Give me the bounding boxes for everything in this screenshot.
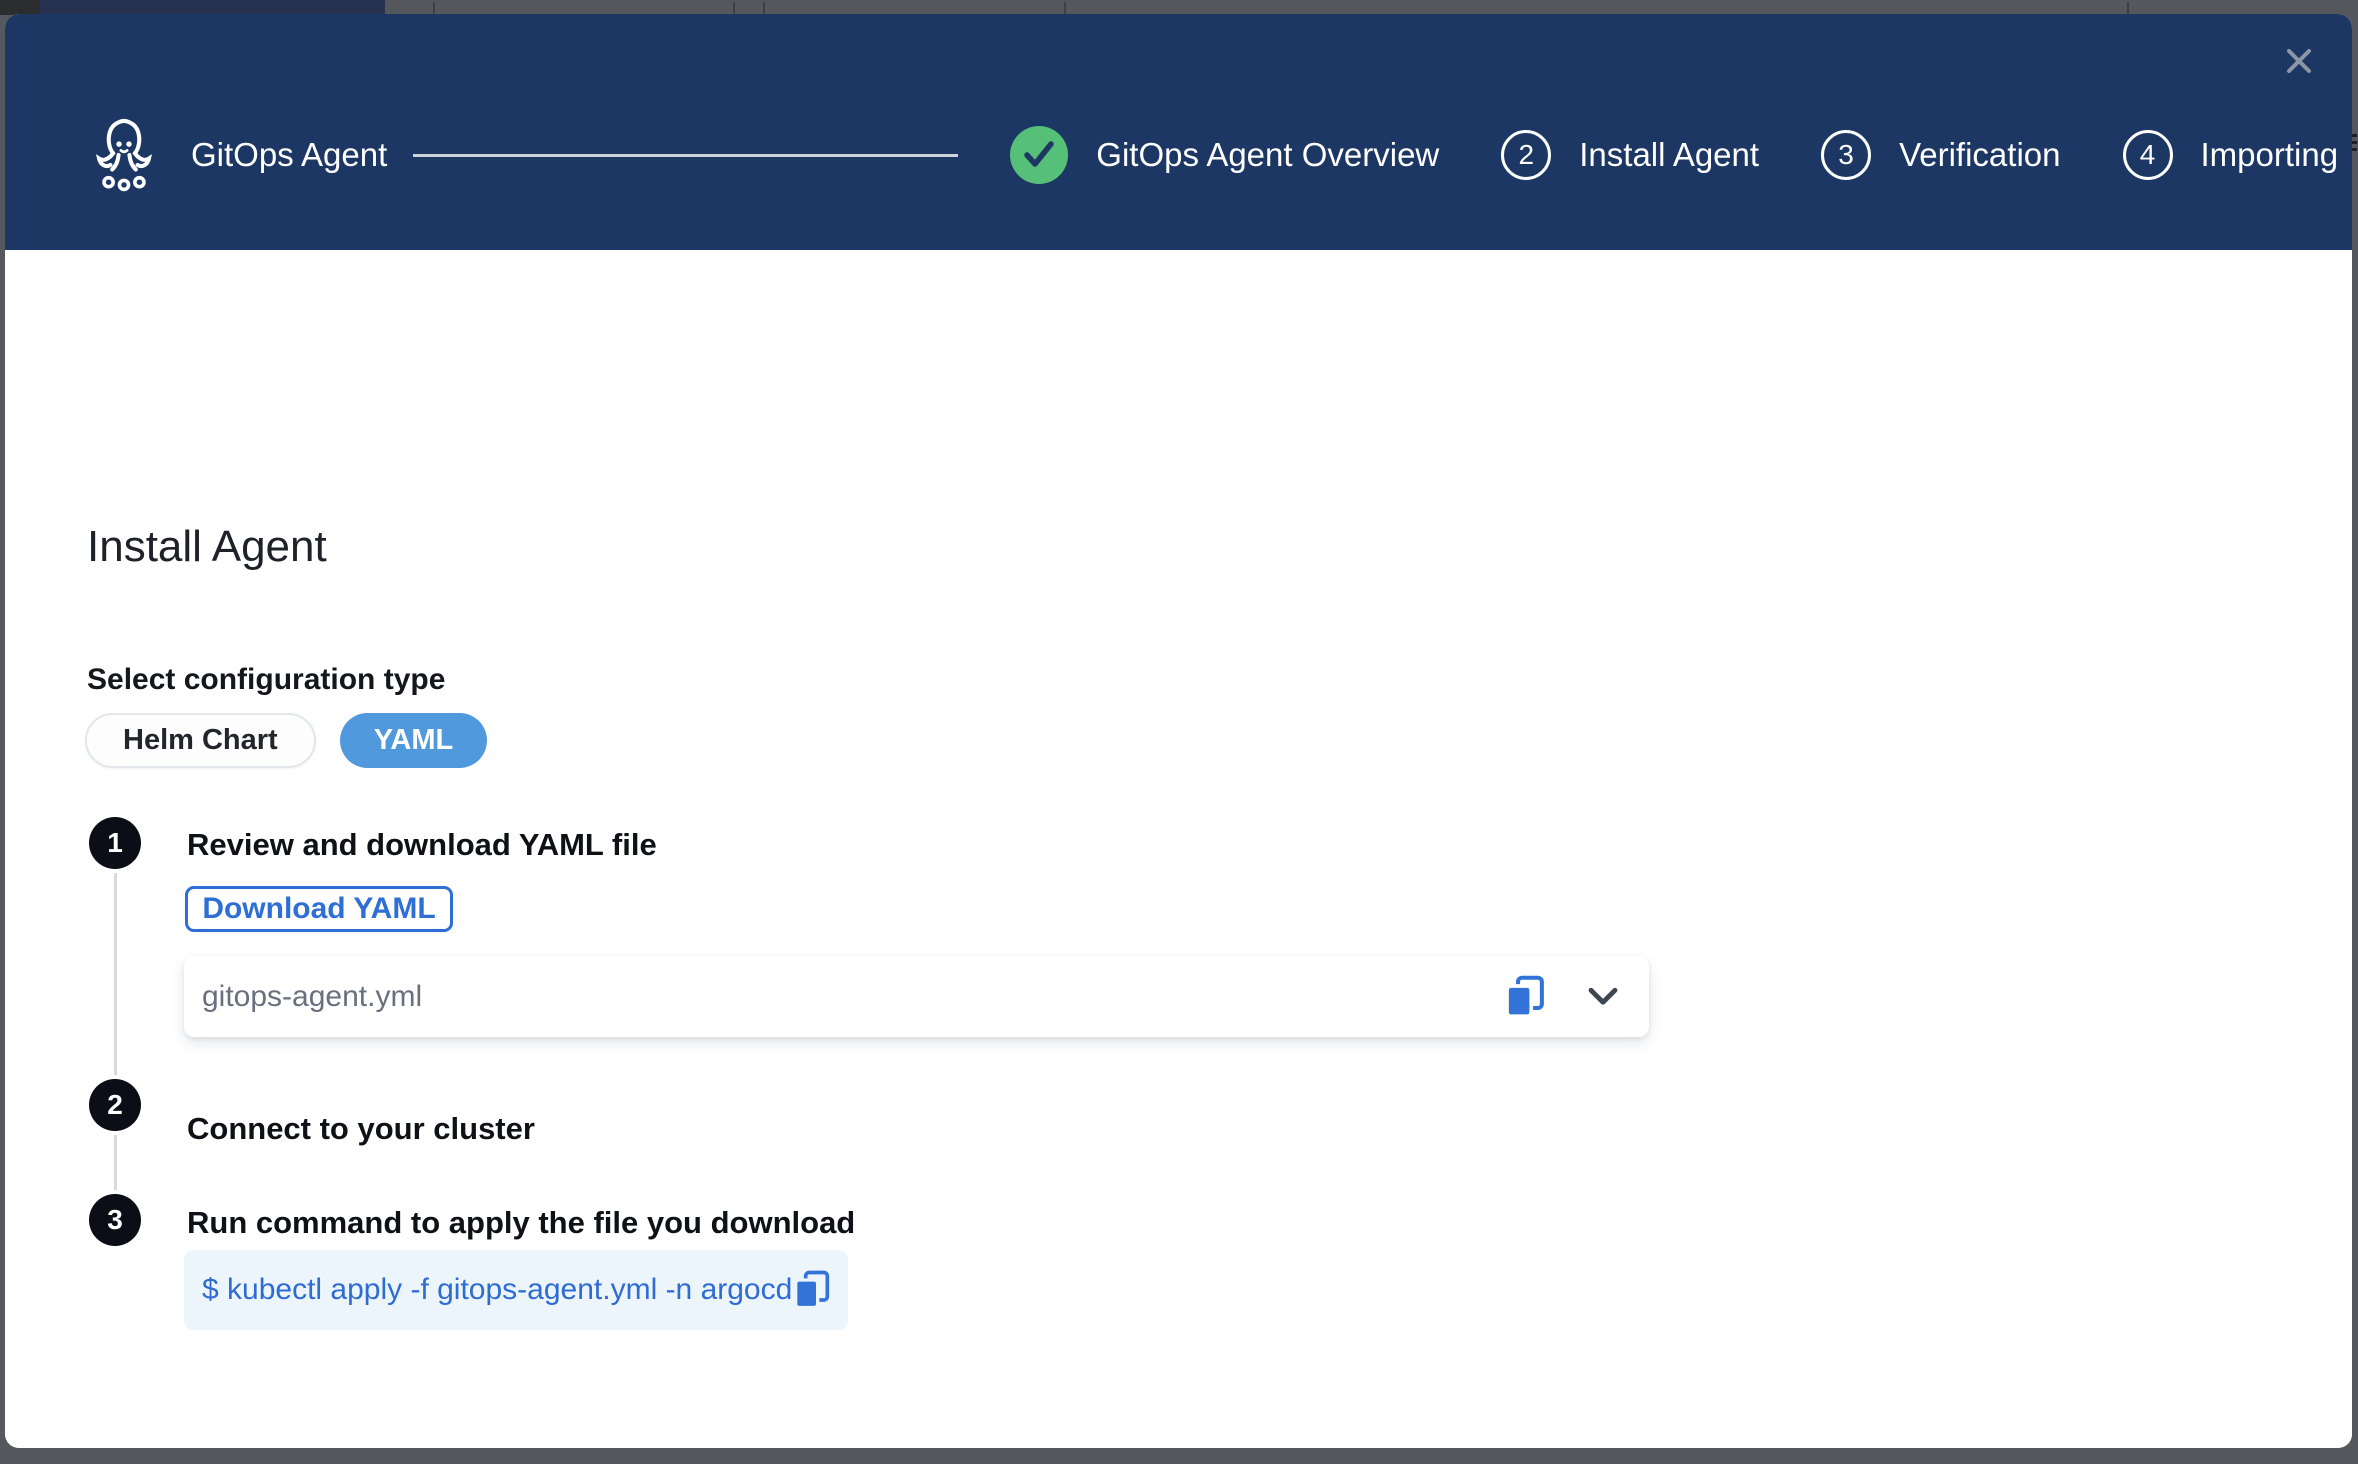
wizard-body: Install Agent Select configuration type … [5,250,2352,1448]
wizard-stepper: GitOps Agent Overview 2 Install Agent 3 … [1010,126,2338,184]
stepper-item-install-agent[interactable]: 2 Install Agent [1501,130,1759,180]
chevron-down-icon [1585,985,1621,1009]
stepper-label: Verification [1899,136,2060,174]
step-2-title: Connect to your cluster [187,1111,535,1147]
header-divider [413,154,958,157]
stepper-item-importing[interactable]: 4 Importing [2123,130,2339,180]
config-type-toggle: Helm Chart YAML [85,713,487,768]
expand-yaml-button[interactable] [1585,985,1621,1009]
background-active-tab [40,0,385,15]
step-1-title: Review and download YAML file [187,827,657,863]
background-edge-artifact [2352,134,2357,137]
stepper-label: Importing [2201,136,2339,174]
yaml-pill[interactable]: YAML [340,713,488,768]
copy-yaml-button[interactable] [1503,974,1547,1020]
page-title: Install Agent [87,522,327,572]
step-3-title: Run command to apply the file you downlo… [187,1205,855,1241]
yaml-file-name: gitops-agent.yml [202,980,1503,1014]
kubectl-command-box: $ kubectl apply -f gitops-agent.yml -n a… [184,1250,848,1330]
stepper-label: GitOps Agent Overview [1096,136,1439,174]
step-2-badge: 2 [89,1079,141,1131]
argo-squid-icon [95,116,153,194]
background-corner [0,0,40,15]
dialog-title: GitOps Agent [191,136,387,174]
kubectl-command-text: $ kubectl apply -f gitops-agent.yml -n a… [202,1273,792,1307]
file-card-actions [1503,974,1621,1020]
close-button[interactable] [2280,42,2318,80]
step-connector [114,1135,117,1190]
download-yaml-button[interactable]: Download YAML [185,886,453,932]
config-type-label: Select configuration type [87,663,445,697]
wizard-header: GitOps Agent GitOps Agent Overview 2 Ins… [5,14,2352,250]
background-tab-strip [0,0,2358,15]
copy-icon [792,1269,832,1311]
copy-icon [1503,974,1547,1020]
step-number-badge: 3 [1821,130,1871,180]
check-icon [1022,140,1056,170]
stepper-item-overview[interactable]: GitOps Agent Overview [1010,126,1439,184]
step-1-badge: 1 [89,817,141,869]
x-icon [2282,44,2316,78]
stepper-label: Install Agent [1579,136,1759,174]
step-complete-badge [1010,126,1068,184]
step-3-badge: 3 [89,1194,141,1246]
step-number-badge: 2 [1501,130,1551,180]
helm-chart-pill[interactable]: Helm Chart [85,713,316,768]
step-connector [114,873,117,1075]
yaml-file-card: gitops-agent.yml [184,956,1649,1037]
stepper-item-verification[interactable]: 3 Verification [1821,130,2060,180]
gitops-agent-wizard-dialog: GitOps Agent GitOps Agent Overview 2 Ins… [5,14,2352,1448]
step-number-badge: 4 [2123,130,2173,180]
copy-command-button[interactable] [792,1269,832,1311]
